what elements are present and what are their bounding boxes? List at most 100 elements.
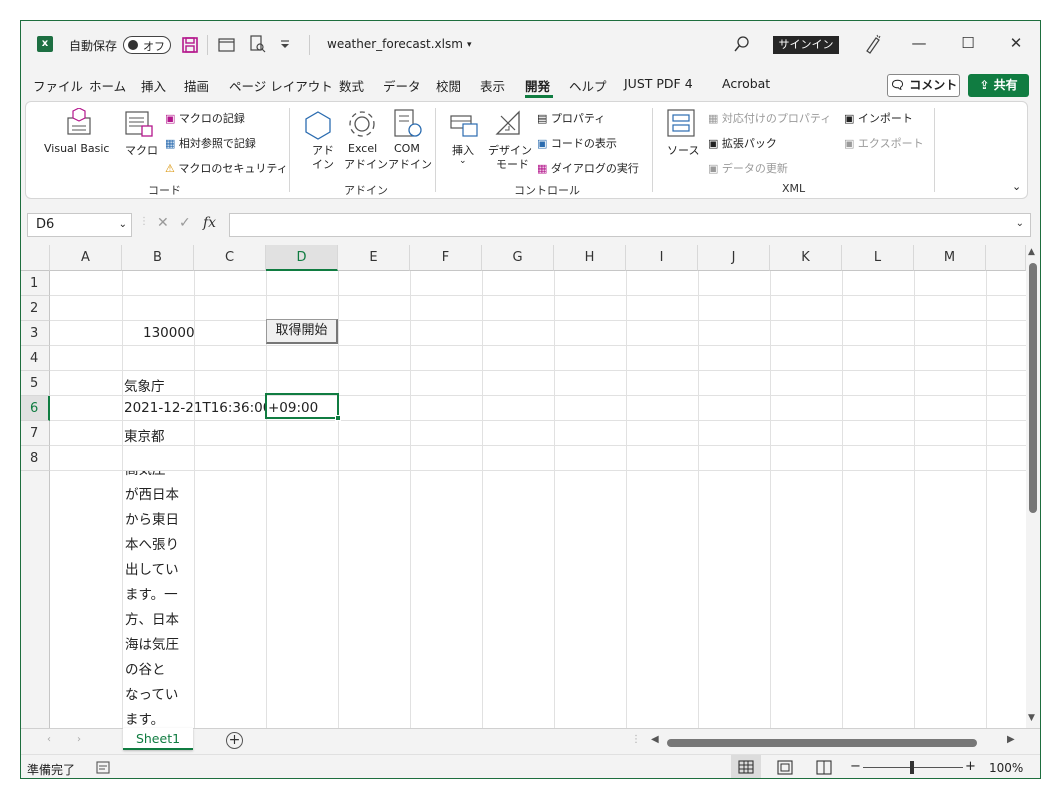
collapse-ribbon-chevron-icon[interactable]: ⌄ — [1012, 180, 1021, 193]
column-header-j[interactable]: J — [698, 245, 770, 271]
expand-formula-bar-chevron-icon[interactable]: ⌄ — [1016, 218, 1024, 229]
tab-developer[interactable]: 開発 — [525, 76, 550, 95]
zoom-level[interactable]: 100% — [989, 761, 1023, 775]
com-addins-line1[interactable]: COM — [394, 142, 420, 155]
normal-view-button[interactable] — [731, 755, 761, 778]
add-sheet-button[interactable]: + — [226, 732, 243, 749]
cell-b7[interactable]: 東京都 — [124, 425, 165, 445]
map-properties-button[interactable]: ▦ 対応付けのプロパティ — [708, 110, 831, 126]
tab-just-pdf[interactable]: JUST PDF 4 — [624, 76, 693, 91]
tab-insert[interactable]: 挿入 — [141, 76, 166, 95]
column-header-d[interactable]: D — [266, 245, 338, 271]
properties-button[interactable]: ▤ プロパティ — [537, 110, 605, 126]
column-header-a[interactable]: A — [50, 245, 122, 271]
sheet-tab-sheet1[interactable]: Sheet1 — [123, 728, 193, 750]
cell-b5[interactable]: 気象庁 — [124, 375, 165, 395]
row-header-2[interactable]: 2 — [21, 296, 50, 321]
row-header-4[interactable]: 4 — [21, 346, 50, 371]
tab-help[interactable]: ヘルプ — [569, 76, 607, 95]
formula-input[interactable]: ⌄ — [229, 213, 1031, 237]
insert-chevron-icon[interactable]: ⌄ — [459, 156, 467, 166]
tab-draw[interactable]: 描画 — [184, 76, 209, 95]
vertical-scrollbar[interactable]: ▲ ▼ — [1026, 245, 1040, 728]
scroll-right-arrow-icon[interactable]: ▶ — [1007, 734, 1015, 745]
export-button[interactable]: ▣ エクスポート — [844, 135, 924, 151]
column-header-i[interactable]: I — [626, 245, 698, 271]
vertical-scroll-thumb[interactable] — [1029, 263, 1037, 513]
select-all-corner[interactable] — [21, 245, 50, 271]
start-fetch-button[interactable]: 取得開始 — [266, 319, 338, 344]
column-header-g[interactable]: G — [482, 245, 554, 271]
column-header-m[interactable]: M — [914, 245, 986, 271]
fill-handle[interactable] — [335, 415, 341, 421]
horizontal-scroll-thumb[interactable] — [667, 739, 977, 747]
cancel-entry-icon[interactable]: ✕ — [157, 215, 169, 231]
tab-formulas[interactable]: 数式 — [339, 76, 364, 95]
column-header-l[interactable]: L — [842, 245, 914, 271]
restore-button[interactable]: ☐ — [956, 32, 980, 54]
save-icon[interactable] — [181, 36, 199, 54]
cell-b3[interactable]: 130000 — [143, 325, 195, 341]
tab-page-layout[interactable]: ページ レイアウト — [229, 76, 333, 95]
tab-data[interactable]: データ — [383, 76, 421, 95]
zoom-in-button[interactable]: + — [965, 759, 976, 774]
row-header-9[interactable] — [21, 471, 50, 728]
tab-file[interactable]: ファイル — [33, 76, 83, 95]
zoom-slider-thumb[interactable] — [910, 761, 914, 774]
cell-b6[interactable]: 2021-12-21T16:36:00 — [124, 400, 266, 416]
tab-splitter-icon[interactable]: ⋮ — [631, 734, 641, 745]
scroll-up-arrow-icon[interactable]: ▲ — [1028, 247, 1035, 257]
customize-toolbar-icon[interactable] — [279, 39, 291, 51]
excel-addins-line1[interactable]: Excel — [348, 142, 377, 155]
worksheet-grid[interactable]: A B C D E F G H I J K L M 1 2 3 4 5 6 7 … — [21, 245, 1026, 728]
xml-source-button[interactable]: ソース — [667, 142, 699, 158]
designer-pen-icon[interactable] — [864, 34, 882, 54]
search-icon[interactable] — [734, 36, 750, 52]
column-header-c[interactable]: C — [194, 245, 266, 271]
page-layout-view-icon[interactable] — [777, 760, 793, 775]
folder-icon[interactable] — [218, 37, 236, 53]
row-header-8[interactable]: 8 — [21, 446, 50, 471]
print-preview-icon[interactable] — [248, 35, 266, 53]
macro-button[interactable]: マクロ — [125, 142, 158, 158]
row-header-6[interactable]: 6 — [21, 396, 50, 421]
name-box-chevron-icon[interactable]: ⌄ — [119, 214, 127, 236]
filename-chevron-icon[interactable]: ▾ — [467, 40, 472, 50]
scroll-down-arrow-icon[interactable]: ▼ — [1028, 713, 1035, 723]
signin-button[interactable]: サインイン — [773, 36, 839, 54]
name-box[interactable]: D6 ⌄ — [27, 213, 132, 237]
column-header-h[interactable]: H — [554, 245, 626, 271]
relative-ref-button[interactable]: ▦ 相対参照で記録 — [165, 135, 256, 151]
scroll-left-arrow-icon[interactable]: ◀ — [651, 734, 659, 745]
com-addins-line2[interactable]: アドイン — [388, 156, 432, 172]
cell-b9-wrapped-text[interactable]: 高気圧 が西日本 から東日 本へ張り 出してい ます。一 方、日本 海は気圧 の… — [123, 471, 193, 728]
share-button[interactable]: ⇪ 共有 — [968, 74, 1029, 97]
visual-basic-button[interactable]: Visual Basic — [44, 142, 109, 155]
refresh-data-button[interactable]: ▣ データの更新 — [708, 160, 788, 176]
row-header-5[interactable]: 5 — [21, 371, 50, 396]
column-header-b[interactable]: B — [122, 245, 194, 271]
minimize-button[interactable]: — — [907, 32, 931, 54]
tab-acrobat[interactable]: Acrobat — [722, 76, 770, 91]
expansion-packs-button[interactable]: ▣ 拡張パック — [708, 135, 777, 151]
enter-entry-icon[interactable]: ✓ — [179, 215, 191, 231]
tab-review[interactable]: 校閲 — [436, 76, 461, 95]
close-button[interactable]: ✕ — [1004, 32, 1028, 54]
tab-home[interactable]: ホーム — [89, 76, 126, 95]
column-header-e[interactable]: E — [338, 245, 410, 271]
row-header-7[interactable]: 7 — [21, 421, 50, 446]
comment-button[interactable]: 🗨 コメント — [887, 74, 960, 97]
zoom-out-button[interactable]: − — [850, 759, 861, 774]
import-button[interactable]: ▣ インポート — [844, 110, 913, 126]
autosave-toggle[interactable]: オフ — [123, 36, 171, 54]
column-header-k[interactable]: K — [770, 245, 842, 271]
tab-view[interactable]: 表示 — [480, 76, 505, 95]
prev-sheet-arrow-icon[interactable]: ‹ — [47, 734, 51, 745]
run-dialog-button[interactable]: ▦ ダイアログの実行 — [537, 160, 639, 176]
row-header-3[interactable]: 3 — [21, 321, 50, 346]
addins-line2[interactable]: イン — [312, 156, 334, 172]
record-macro-button[interactable]: ▣ マクロの記録 — [165, 110, 245, 126]
page-break-view-icon[interactable] — [816, 760, 832, 775]
next-sheet-arrow-icon[interactable]: › — [77, 734, 81, 745]
design-mode-line2[interactable]: モード — [496, 156, 529, 172]
